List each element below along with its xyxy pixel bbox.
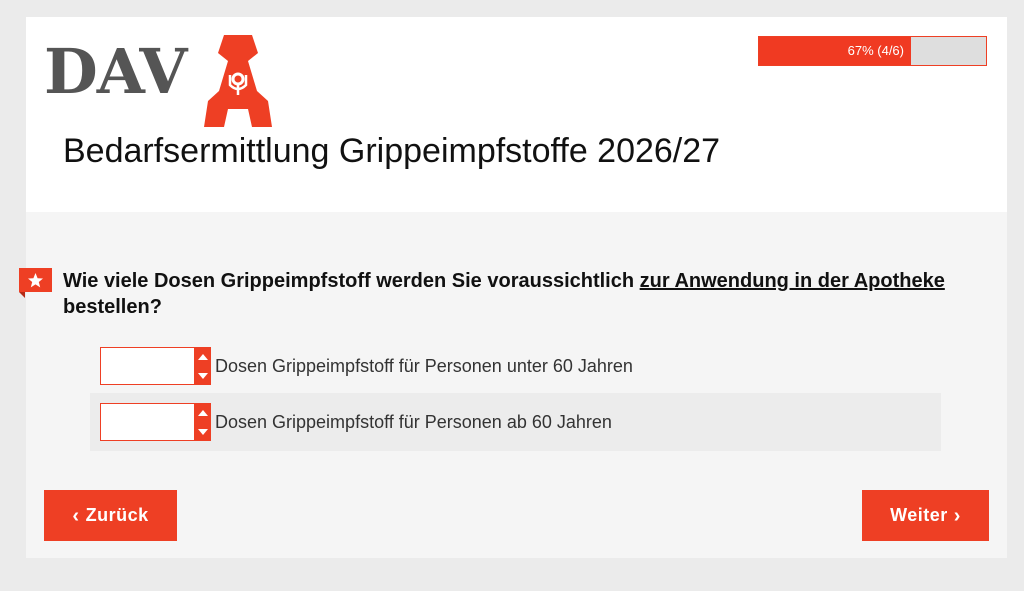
decrement-button[interactable]	[194, 366, 211, 385]
question-text: Wie viele Dosen Grippeimpfstoff werden S…	[63, 268, 963, 320]
answer-row-60-plus: Dosen Grippeimpfstoff für Personen ab 60…	[90, 393, 941, 451]
doses-under-60-stepper[interactable]	[194, 347, 211, 385]
next-button-label: Weiter	[890, 505, 948, 525]
answer-row-under-60: Dosen Grippeimpfstoff für Personen unter…	[90, 337, 941, 395]
survey-header: DAV 67% (4/6) Bedarfsermittlung Grippeim…	[26, 17, 1007, 212]
decrement-button[interactable]	[194, 422, 211, 441]
back-button[interactable]: ‹ Zurück	[44, 490, 177, 541]
dav-logo: DAV	[44, 35, 276, 127]
back-button-label: Zurück	[85, 505, 149, 525]
doses-60-plus-label: Dosen Grippeimpfstoff für Personen ab 60…	[215, 412, 612, 432]
chevron-left-icon: ‹	[72, 504, 80, 527]
arrow-down-icon	[197, 428, 208, 435]
chevron-right-icon: ›	[953, 504, 961, 527]
progress-bar: 67% (4/6)	[758, 36, 987, 66]
arrow-up-icon	[197, 409, 208, 416]
doses-under-60-input[interactable]	[100, 347, 195, 385]
increment-button[interactable]	[194, 347, 211, 366]
question-text-start: Wie viele Dosen Grippeimpfstoff werden S…	[63, 270, 640, 292]
next-button[interactable]: Weiter ›	[862, 490, 989, 541]
arrow-up-icon	[197, 353, 208, 360]
apotheke-a-logo	[204, 35, 272, 127]
doses-under-60-label: Dosen Grippeimpfstoff für Personen unter…	[215, 356, 633, 376]
question-emphasis: zur Anwendung in der Apotheke	[639, 270, 945, 292]
arrow-down-icon	[197, 372, 208, 379]
progress-label: 67% (4/6)	[847, 43, 904, 58]
doses-60-plus-stepper[interactable]	[194, 403, 211, 441]
logo-text: DAV	[44, 35, 187, 108]
survey-card: DAV 67% (4/6) Bedarfsermittlung Grippeim…	[19, 17, 1007, 558]
star-icon	[19, 268, 52, 298]
question-text-end: bestellen?	[63, 296, 162, 318]
survey-title: Bedarfsermittlung Grippeimpfstoffe 2026/…	[63, 132, 721, 170]
increment-button[interactable]	[194, 403, 211, 422]
doses-60-plus-input[interactable]	[100, 403, 195, 441]
